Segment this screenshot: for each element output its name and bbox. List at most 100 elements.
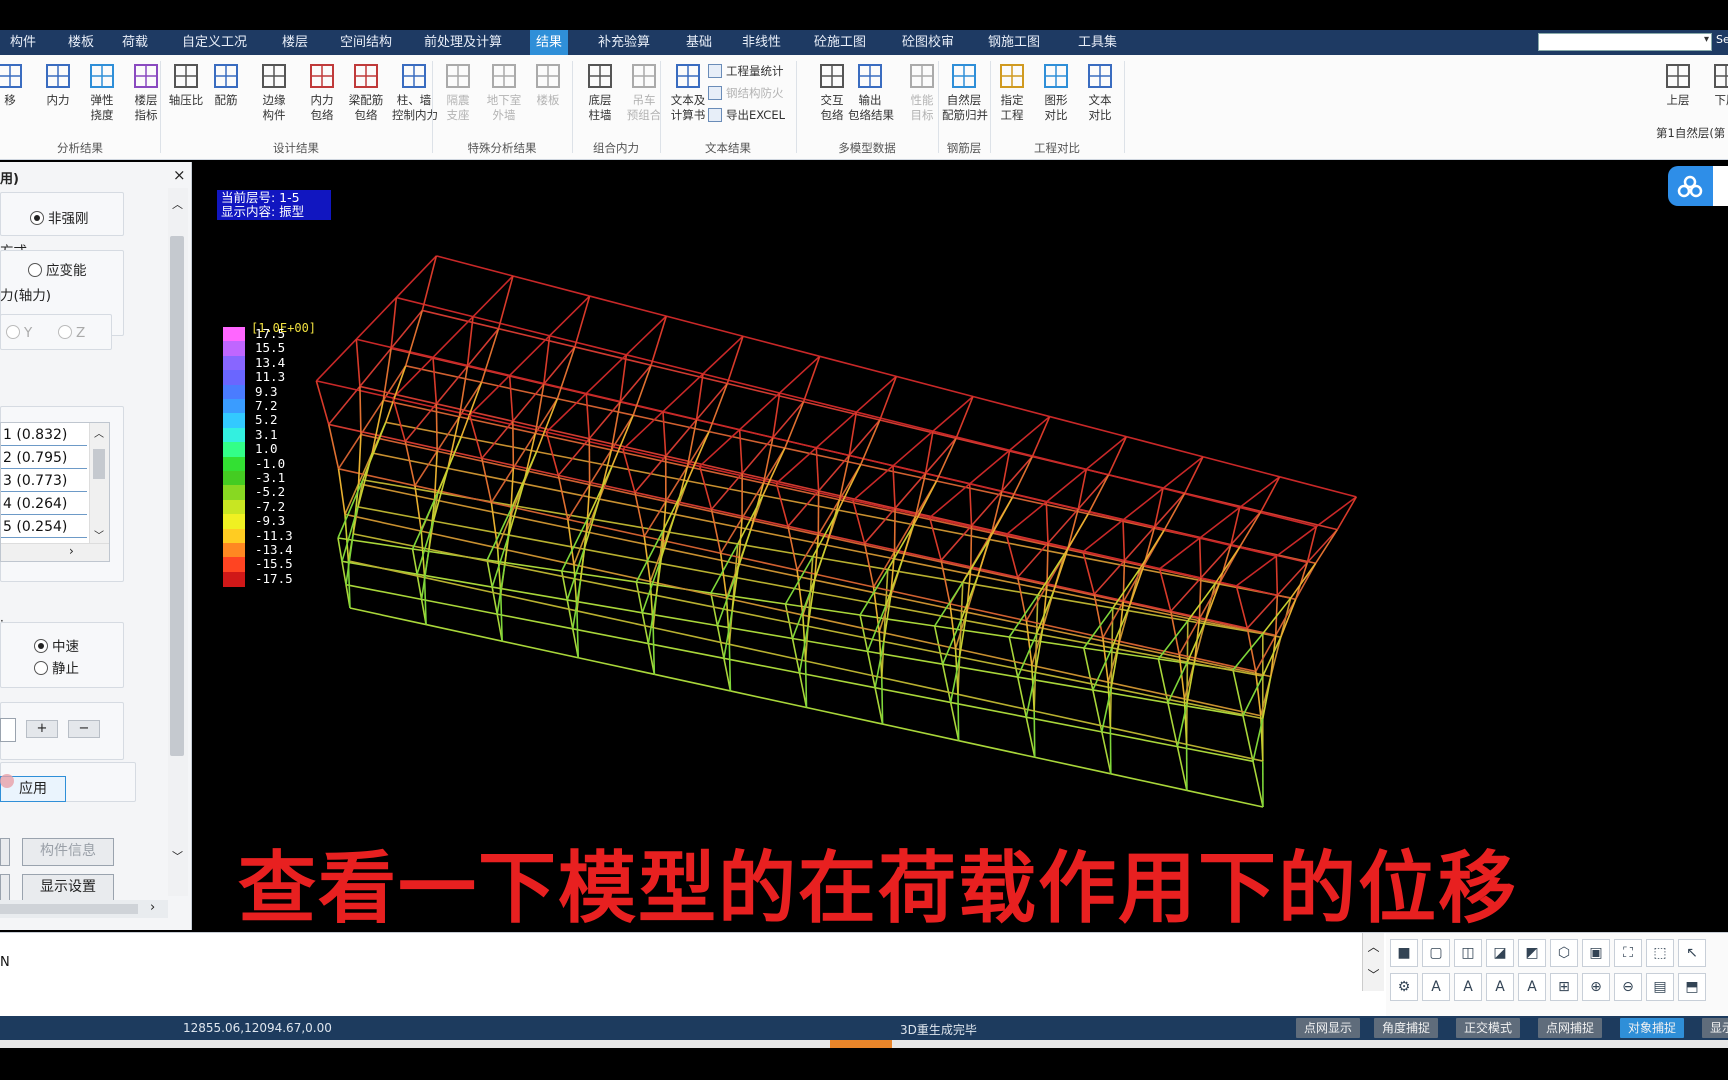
mode-list-item[interactable]: 1 (0.832) (1, 425, 87, 446)
wire-view-icon[interactable]: ▢ (1422, 939, 1450, 967)
font-decrease-icon[interactable]: A (1454, 973, 1482, 1001)
remove-point-icon[interactable]: ⊖ (1614, 973, 1642, 1001)
ribbon-small-button-1[interactable]: 钢结构防火 (708, 83, 784, 103)
chevron-up-icon[interactable]: ︿ (1363, 933, 1384, 961)
front-view-icon[interactable]: ◫ (1454, 939, 1482, 967)
ribbon-button-6[interactable]: 边缘 构件 (252, 59, 296, 137)
tab-9[interactable]: 基础 (680, 30, 718, 55)
font-delete-icon[interactable]: A (1486, 973, 1514, 1001)
increase-button[interactable]: + (26, 720, 58, 738)
scroll-thumb[interactable] (93, 449, 105, 479)
radio-axis-z[interactable]: Z (58, 324, 85, 342)
command-scrollbar[interactable]: ︿ ﹀ (1362, 933, 1384, 991)
ribbon-button-10[interactable]: 隔震 支座 (436, 59, 480, 137)
box-view-icon[interactable]: ▣ (1582, 939, 1610, 967)
mode-list-item[interactable]: 3 (0.773) (1, 471, 87, 492)
tab-11[interactable]: 砼施工图 (808, 30, 872, 55)
tab-3[interactable]: 自定义工况 (176, 30, 253, 55)
tab-14[interactable]: 工具集 (1072, 30, 1123, 55)
mode-list[interactable]: 1 (0.832) 2 (0.795) 3 (0.773) 4 (0.264) 5 (0… (0, 422, 110, 562)
insert-icon[interactable]: ⊞ (1550, 973, 1578, 1001)
scroll-down-icon[interactable]: ﹀ (94, 527, 104, 542)
decrease-button[interactable]: − (68, 720, 100, 738)
panel-hscroll[interactable]: › (0, 900, 168, 918)
export-icon[interactable]: ⬒ (1678, 973, 1706, 1001)
panel-hscroll-thumb[interactable] (0, 904, 138, 914)
tab-12[interactable]: 砼图校审 (896, 30, 960, 55)
mode-list-item[interactable]: 2 (0.795) (1, 448, 87, 469)
panel-scroll-thumb[interactable] (170, 236, 184, 756)
radio-axis-y[interactable]: Y (6, 324, 32, 342)
ribbon-button-15[interactable]: 文本及 计算书 (666, 59, 710, 137)
tab-2[interactable]: 荷载 (116, 30, 154, 55)
ribbon-button-21[interactable]: 图形 对比 (1034, 59, 1078, 137)
ribbon-small-button-2[interactable]: 导出EXCEL (708, 105, 785, 125)
tab-8[interactable]: 补充验算 (592, 30, 656, 55)
tab-6[interactable]: 前处理及计算 (418, 30, 508, 55)
display-settings-button[interactable]: 显示设置 (22, 874, 114, 902)
top-view-icon[interactable]: ◩ (1518, 939, 1546, 967)
status-toggle-3[interactable]: 点网捕捉 (1538, 1018, 1603, 1038)
mode-list-item[interactable]: 5 (0.254) (1, 517, 87, 538)
ribbon-button-7[interactable]: 内力 包络 (300, 59, 344, 137)
ribbon-small-button-0[interactable]: 工程量统计 (708, 61, 784, 81)
cloud-sync-button[interactable] (1668, 166, 1718, 206)
scroll-down-icon[interactable]: ﹀ (172, 848, 183, 864)
ribbon-button-0[interactable]: 移 (0, 59, 32, 137)
chevron-down-icon[interactable]: ▾ (1704, 34, 1709, 45)
status-toggle-2[interactable]: 正交模式 (1456, 1018, 1521, 1038)
radio-strain-energy[interactable]: 应变能 (28, 262, 87, 280)
panel-vscroll[interactable]: ︿ ﹀ (168, 188, 188, 896)
iso-view-icon[interactable]: ⬡ (1550, 939, 1578, 967)
ribbon-button-8[interactable]: 梁配筋 包络 (344, 59, 388, 137)
ribbon-button-1[interactable]: 内力 (36, 59, 80, 137)
left-cut-button[interactable] (0, 838, 10, 866)
tab-5[interactable]: 空间结构 (334, 30, 398, 55)
amplitude-input[interactable] (0, 718, 16, 742)
tab-4[interactable]: 楼层 (276, 30, 314, 55)
mode-list-item[interactable]: 4 (0.264) (1, 494, 87, 515)
status-toggle-4[interactable]: 对象捕捉 (1620, 1018, 1685, 1038)
status-toggle-1[interactable]: 角度捕捉 (1374, 1018, 1439, 1038)
solid-view-icon[interactable]: ■ (1390, 939, 1418, 967)
ribbon-button-20[interactable]: 指定 工程 (990, 59, 1034, 137)
ribbon-button-22[interactable]: 文本 对比 (1078, 59, 1122, 137)
ribbon-button-9[interactable]: 柱、墙 控制内力 (392, 59, 438, 137)
mode-list-scrollbar[interactable]: ︿ ﹀ (89, 423, 109, 543)
member-info-button[interactable]: 构件信息 (22, 838, 114, 866)
left-cut-button-2[interactable] (0, 874, 10, 902)
tab-0[interactable]: 构件 (4, 30, 42, 55)
ribbon-button-2[interactable]: 弹性 挠度 (80, 59, 124, 137)
mode-list-hscroll[interactable]: › (1, 543, 109, 561)
chevron-right-icon[interactable]: › (69, 544, 74, 558)
tab-search-box[interactable]: ▾ (1538, 33, 1712, 51)
ribbon-button-3[interactable]: 楼层 指标 (124, 59, 168, 137)
zoom-window-icon[interactable]: ⬚ (1646, 939, 1674, 967)
radio-speed-medium[interactable]: 中速 (34, 638, 79, 656)
tab-7[interactable]: 结果 (530, 30, 569, 55)
tab-1[interactable]: 楼板 (62, 30, 100, 55)
tab-13[interactable]: 钢施工图 (982, 30, 1046, 55)
side-view-icon[interactable]: ◪ (1486, 939, 1514, 967)
scroll-up-icon[interactable]: ︿ (172, 196, 183, 212)
font-increase-icon[interactable]: A (1422, 973, 1450, 1001)
font-add-icon[interactable]: A (1518, 973, 1546, 1001)
visibility-icon[interactable]: ⚙ (1390, 973, 1418, 1001)
ribbon-button-13[interactable]: 底层 柱墙 (578, 59, 622, 137)
select-icon[interactable]: ↖ (1678, 939, 1706, 967)
ribbon-button-4[interactable]: 轴压比 (164, 59, 208, 137)
close-icon[interactable]: × (173, 166, 186, 184)
3d-viewport[interactable]: 当前层号: 1-5 显示内容: 振型 [1.0E+00] 17.5 15.5 13.… (193, 162, 1728, 930)
ribbon-button-12[interactable]: 楼板 (526, 59, 570, 137)
radio-nonrigid[interactable]: 非强刚 (30, 210, 89, 228)
scroll-up-icon[interactable]: ︿ (94, 425, 104, 440)
dwg-icon[interactable]: ▤ (1646, 973, 1674, 1001)
status-toggle-5[interactable]: 显示 (1702, 1018, 1728, 1038)
ribbon-button-11[interactable]: 地下室 外墙 (482, 59, 526, 137)
tab-10[interactable]: 非线性 (736, 30, 787, 55)
chevron-right-icon[interactable]: › (150, 900, 155, 915)
ribbon-button-17[interactable]: 输出 包络结果 (848, 59, 894, 137)
chevron-down-icon[interactable]: ﹀ (1363, 961, 1384, 989)
radio-speed-static[interactable]: 静止 (34, 660, 79, 678)
ribbon-button-5[interactable]: 配筋 (204, 59, 248, 137)
